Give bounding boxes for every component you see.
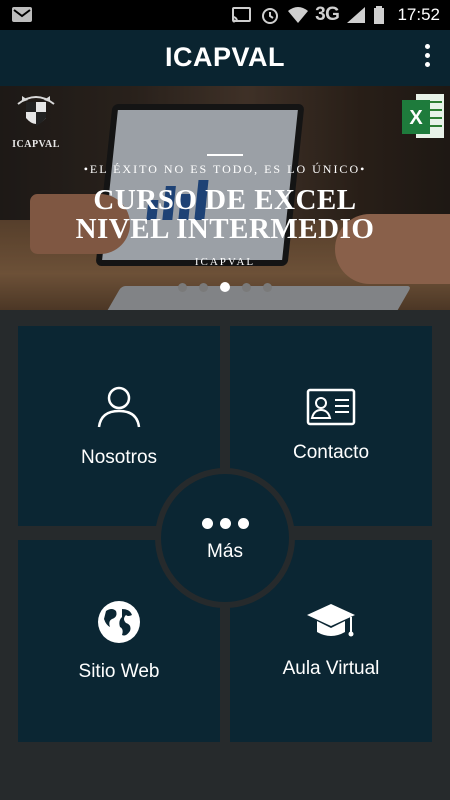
nosotros-label: Nosotros: [80, 447, 158, 468]
status-bar: 3G 17:52: [0, 0, 450, 30]
more-dots-icon: [201, 517, 249, 529]
promo-banner-carousel[interactable]: ICAPVAL X •EL ÉXITO NO ES TODO, ES LO ÚN…: [0, 86, 450, 310]
crest-icon: [17, 96, 55, 126]
menu-dot: [424, 62, 430, 67]
excel-badge-letter: X: [409, 107, 423, 129]
sitio-web-label: Sitio Web: [78, 661, 160, 682]
banner-tagline: •EL ÉXITO NO ES TODO, ES LO ÚNICO•: [83, 162, 367, 176]
banner-headline-line1: CURSO DE EXCEL: [93, 184, 357, 216]
signal-icon: [345, 5, 367, 25]
contact-card-icon: [306, 388, 356, 426]
menu-dot: [424, 53, 430, 58]
mas-button[interactable]: Más: [155, 468, 295, 608]
main-menu: Nosotros Contacto Sitio Web Aula Virtual…: [0, 310, 450, 800]
excel-icon: X: [402, 92, 446, 142]
carousel-dot[interactable]: [220, 282, 230, 292]
carousel-dot[interactable]: [199, 282, 208, 292]
graduation-cap-icon: [307, 604, 355, 637]
app-title: ICAPVAL: [164, 42, 285, 72]
banner-headline: CURSO DE EXCEL NIVEL INTERMEDIO: [0, 186, 450, 244]
globe-icon: [98, 601, 140, 643]
network-type: 3G: [315, 4, 340, 25]
app-bar: ICAPVAL: [0, 30, 450, 86]
carousel-dot[interactable]: [178, 282, 187, 292]
mas-label: Más: [207, 540, 243, 562]
wifi-icon: [287, 5, 309, 25]
clock: 17:52: [397, 5, 440, 24]
banner-brand: ICAPVAL: [194, 256, 256, 268]
contacto-label: Contacto: [292, 442, 370, 463]
gmail-notification-icon: [12, 7, 32, 22]
battery-icon: [373, 5, 385, 25]
overflow-menu-button[interactable]: [422, 44, 432, 72]
cast-icon: [231, 5, 253, 25]
carousel-dot[interactable]: [242, 282, 251, 292]
carousel-dot[interactable]: [263, 282, 272, 292]
menu-dot: [424, 44, 430, 49]
icapval-logo: ICAPVAL: [6, 90, 66, 150]
carousel-indicators: [0, 282, 450, 292]
person-icon: [97, 386, 141, 428]
aula-virtual-label: Aula Virtual: [282, 658, 380, 679]
alarm-icon: [259, 5, 281, 25]
banner-headline-line2: NIVEL INTERMEDIO: [75, 213, 375, 245]
